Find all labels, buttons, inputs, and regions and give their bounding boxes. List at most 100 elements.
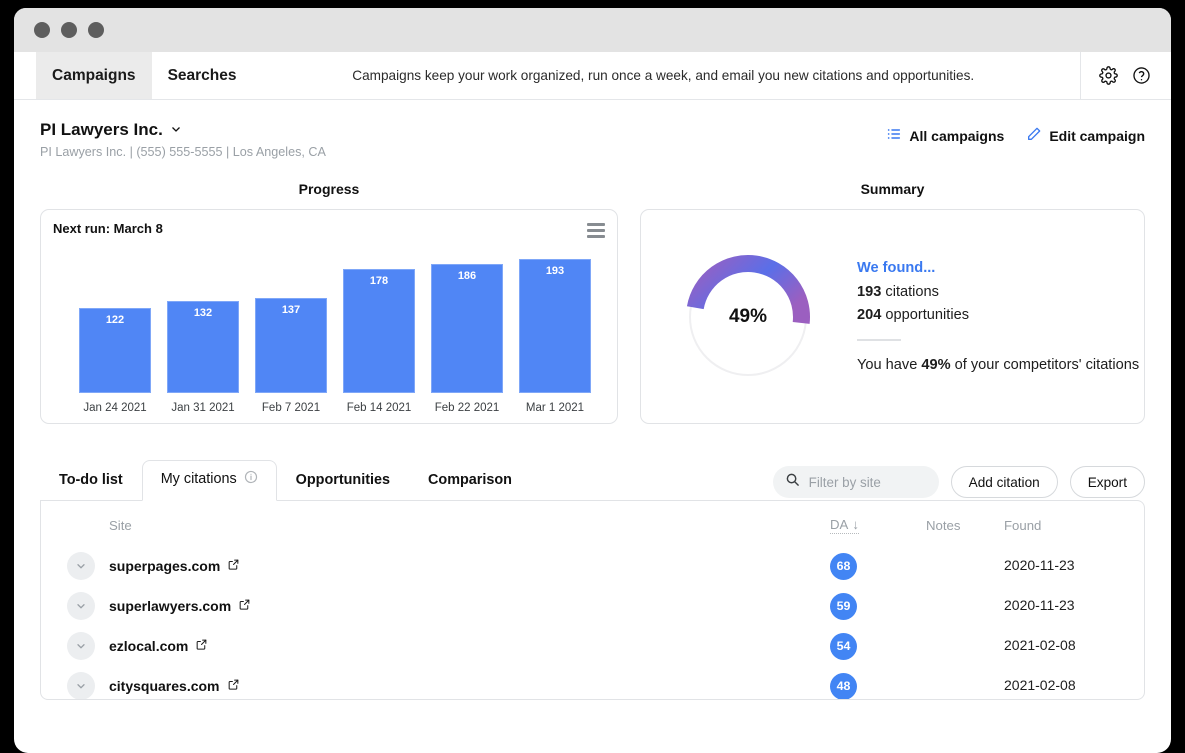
opportunities-count: 204: [857, 307, 881, 323]
window-close-button[interactable]: [34, 22, 50, 38]
bar-value-label: 122: [80, 314, 150, 326]
bar-category-label: Feb 22 2021: [435, 393, 500, 423]
campaign-name-dropdown[interactable]: PI Lawyers Inc.: [40, 120, 326, 140]
search-input[interactable]: [809, 475, 927, 490]
campaign-actions: All campaigns Edit campaign: [886, 120, 1145, 145]
chevron-down-icon[interactable]: [67, 632, 95, 660]
row-notes-cell[interactable]: [926, 546, 1004, 586]
tab-comparison[interactable]: Comparison: [409, 462, 531, 500]
bar-group: 122 Jan 24 2021: [71, 308, 159, 423]
chevron-down-icon[interactable]: [67, 672, 95, 700]
row-found-cell: 2020-11-23: [1004, 546, 1144, 586]
bar-chart: 122 Jan 24 2021 132 Jan 31 2021 137Feb 7 202…: [41, 248, 617, 423]
filter-search-box[interactable]: [773, 466, 939, 498]
da-badge: 48: [830, 673, 857, 700]
tab-label: To-do list: [59, 472, 123, 488]
da-badge: 68: [830, 553, 857, 580]
row-notes-cell[interactable]: [926, 586, 1004, 626]
bar-value-label: 132: [168, 307, 238, 319]
col-da-sort[interactable]: DA ↓: [830, 517, 859, 534]
opportunities-line: 204 opportunities: [857, 304, 1139, 326]
row-da-cell: 68: [830, 546, 926, 586]
row-found-cell: 2020-11-23: [1004, 586, 1144, 626]
tab-searches[interactable]: Searches: [152, 52, 253, 99]
row-site-cell: superpages.com: [109, 546, 830, 586]
citations-tabrow: To-do list My citations Opportunities Compa…: [40, 462, 1145, 500]
add-citation-button[interactable]: Add citation: [951, 466, 1058, 498]
row-notes-cell[interactable]: [926, 626, 1004, 666]
bar-group: 132 Jan 31 2021: [159, 301, 247, 423]
row-site-cell: ezlocal.com: [109, 626, 830, 666]
all-campaigns-label: All campaigns: [909, 128, 1004, 144]
site-name: superpages.com: [109, 558, 220, 574]
bar-category-label: Jan 31 2021: [171, 393, 234, 423]
tab-my-citations[interactable]: My citations: [142, 460, 277, 501]
citations-tab-group: To-do list My citations Opportunities Compa…: [40, 460, 531, 500]
row-site-cell: superlawyers.com: [109, 586, 830, 626]
campaign-header: PI Lawyers Inc. PI Lawyers Inc. | (555) …: [14, 100, 1171, 159]
summary-content: 49% We found... 193 citations 204 opport…: [641, 210, 1144, 423]
bar[interactable]: 122: [79, 308, 151, 393]
competitors-line-pre: You have: [857, 357, 921, 373]
external-link-icon[interactable]: [227, 678, 240, 694]
tab-campaigns-label: Campaigns: [52, 67, 136, 85]
bar[interactable]: 132: [167, 301, 239, 393]
tab-campaigns[interactable]: Campaigns: [36, 52, 152, 99]
bar-category-label: Mar 1 2021: [526, 393, 584, 423]
bar-value-label: 186: [432, 270, 502, 282]
tab-label: Opportunities: [296, 472, 390, 488]
window-titlebar: [14, 8, 1171, 52]
col-da-label: DA: [830, 517, 848, 532]
table-row[interactable]: superpages.com 68 2020-11-23: [41, 546, 1144, 586]
help-icon[interactable]: [1132, 66, 1151, 85]
row-found-cell: 2021-02-08: [1004, 626, 1144, 666]
chevron-down-icon[interactable]: [67, 592, 95, 620]
bar[interactable]: 193: [519, 259, 591, 393]
all-campaigns-button[interactable]: All campaigns: [886, 126, 1004, 145]
external-link-icon[interactable]: [195, 638, 208, 654]
bar-category-label: Feb 14 2021: [347, 393, 412, 423]
opportunities-label: opportunities: [885, 307, 969, 323]
chevron-down-icon[interactable]: [67, 552, 95, 580]
col-site: Site: [109, 501, 830, 546]
row-expand-cell: [41, 586, 109, 626]
row-da-cell: 54: [830, 626, 926, 666]
tab-to-do-list[interactable]: To-do list: [40, 462, 142, 500]
campaign-details: PI Lawyers Inc. | (555) 555-5555 | Los A…: [40, 145, 326, 159]
bar-category-label: Jan 24 2021: [83, 393, 146, 423]
table-row[interactable]: superlawyers.com59 2020-11-23: [41, 586, 1144, 626]
bar-category-label: Feb 7 2021: [262, 393, 320, 423]
col-notes: Notes: [926, 501, 1004, 546]
window-minimize-button[interactable]: [61, 22, 77, 38]
export-button[interactable]: Export: [1070, 466, 1145, 498]
pencil-icon: [1026, 126, 1042, 145]
table-row[interactable]: citysquares.com482021-02-08: [41, 666, 1144, 700]
bar-value-label: 193: [520, 265, 590, 277]
edit-campaign-button[interactable]: Edit campaign: [1026, 126, 1145, 145]
da-badge: 59: [830, 593, 857, 620]
citations-toolbar: Add citation Export: [773, 466, 1145, 500]
external-link-icon[interactable]: [238, 598, 251, 614]
tab-opportunities[interactable]: Opportunities: [277, 462, 409, 500]
bar[interactable]: 186: [431, 264, 503, 393]
window-maximize-button[interactable]: [88, 22, 104, 38]
row-expand-cell: [41, 666, 109, 700]
gear-icon[interactable]: [1099, 66, 1118, 85]
bar[interactable]: 178: [343, 269, 415, 393]
dashboard-panels: Progress Next run: March 8 122Jan 24 202…: [14, 159, 1171, 424]
external-link-icon[interactable]: [227, 558, 240, 574]
col-found: Found: [1004, 501, 1144, 546]
donut-percent-label: 49%: [683, 306, 813, 328]
table-header-row: Site DA ↓ Notes Found: [41, 501, 1144, 546]
row-notes-cell[interactable]: [926, 666, 1004, 700]
table-row[interactable]: ezlocal.com54 2021-02-08: [41, 626, 1144, 666]
chart-menu-icon[interactable]: [587, 223, 605, 241]
citations-table-card: Site DA ↓ Notes Found superpages.com 68 20…: [40, 500, 1145, 700]
col-da[interactable]: DA ↓: [830, 501, 926, 546]
bar-group: 186 Feb 22 2021: [423, 264, 511, 423]
info-icon[interactable]: [244, 470, 258, 488]
list-icon: [886, 126, 902, 145]
tab-label: Comparison: [428, 472, 512, 488]
citations-table-head: Site DA ↓ Notes Found: [41, 501, 1144, 546]
bar[interactable]: 137: [255, 298, 327, 393]
